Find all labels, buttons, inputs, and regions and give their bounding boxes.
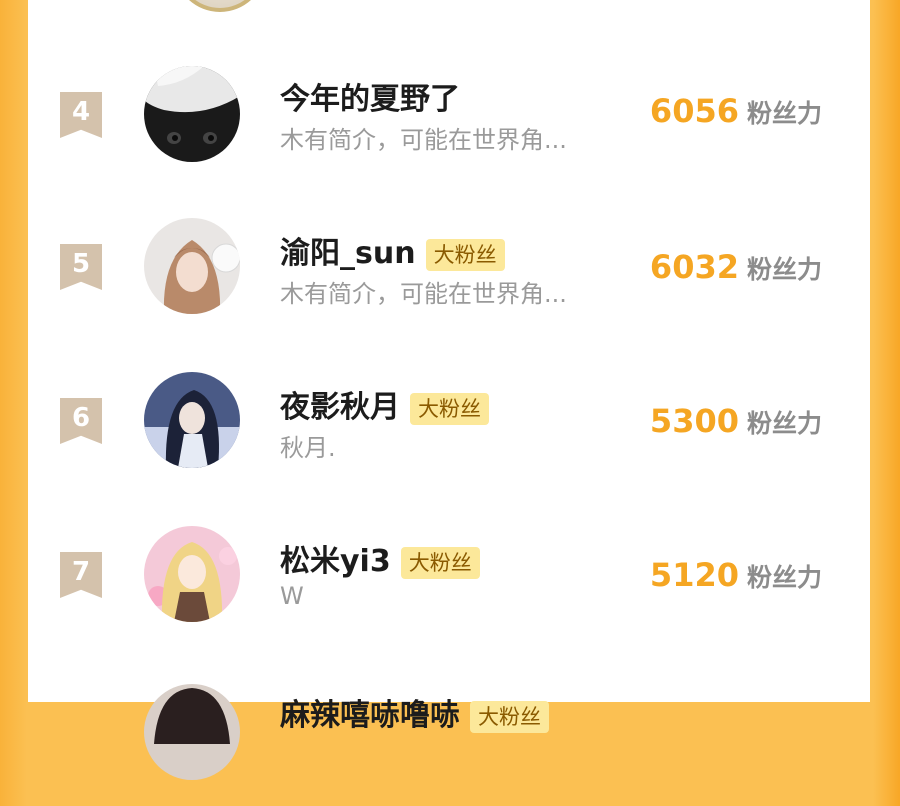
- score-value: 6032: [649, 248, 739, 286]
- avatar[interactable]: [144, 684, 240, 780]
- avatar[interactable]: [144, 66, 240, 162]
- big-fan-badge: 大粉丝: [470, 700, 549, 733]
- fan-ranking-card: 4 今年的夏野了 木有简介，可能在世界角... 6056 粉丝力 5 渝阳_su…: [28, 0, 870, 780]
- rank-ribbon: 6: [60, 398, 102, 444]
- list-item[interactable]: 麻辣嘻哧噜哧 大粉丝: [28, 656, 870, 806]
- score-value: 5300: [649, 402, 739, 440]
- username[interactable]: 麻辣嘻哧噜哧 大粉丝: [280, 690, 549, 734]
- score-unit: 粉丝力: [746, 255, 822, 284]
- fan-power-score: 5120 粉丝力: [650, 556, 822, 594]
- username[interactable]: 今年的夏野了: [280, 74, 460, 118]
- user-bio: 秋月.: [280, 434, 336, 462]
- big-fan-badge: 大粉丝: [400, 546, 480, 579]
- anime-blonde-avatar-icon: [144, 526, 240, 622]
- avatar[interactable]: [144, 526, 240, 622]
- list-item[interactable]: 5 渝阳_sun 大粉丝 木有简介，可能在世界角... 6032 粉丝力: [28, 194, 870, 344]
- list-item[interactable]: 4 今年的夏野了 木有简介，可能在世界角... 6056 粉丝力: [28, 40, 870, 190]
- black-cat-avatar-icon: [144, 66, 240, 162]
- girl-headphones-avatar-icon: [144, 218, 240, 314]
- username[interactable]: 松米yi3 大粉丝: [280, 536, 480, 580]
- score-unit: 粉丝力: [746, 563, 822, 592]
- rank-ribbon: 4: [60, 92, 102, 138]
- dark-hair-avatar-icon: [144, 684, 240, 780]
- rank-ribbon: 5: [60, 244, 102, 290]
- avatar[interactable]: [144, 218, 240, 314]
- username[interactable]: 夜影秋月 大粉丝: [280, 382, 489, 426]
- avatar[interactable]: [174, 0, 266, 12]
- score-unit: 粉丝力: [746, 99, 822, 128]
- big-fan-badge: 大粉丝: [410, 392, 489, 425]
- list-item[interactable]: 6 夜影秋月 大粉丝 秋月. 5300 粉丝力: [28, 348, 870, 498]
- score-unit: 粉丝力: [746, 409, 822, 438]
- rank-ribbon: 7: [60, 552, 102, 598]
- user-bio: W: [280, 582, 304, 610]
- fan-power-score: 6056 粉丝力: [650, 92, 822, 130]
- big-fan-badge: 大粉丝: [425, 238, 505, 271]
- username[interactable]: 渝阳_sun 大粉丝: [280, 228, 505, 272]
- score-value: 5120: [649, 556, 739, 594]
- avatar[interactable]: [144, 372, 240, 468]
- score-value: 6056: [649, 92, 739, 130]
- user-bio: 木有简介，可能在世界角...: [280, 126, 567, 154]
- anime-dark-hair-avatar-icon: [144, 372, 240, 468]
- fan-power-score: 5300 粉丝力: [650, 402, 822, 440]
- list-item[interactable]: 7 松米yi3 大粉丝 W 5120 粉丝力: [28, 502, 870, 652]
- user-bio: 木有简介，可能在世界角...: [280, 280, 567, 308]
- fan-power-score: 6032 粉丝力: [650, 248, 822, 286]
